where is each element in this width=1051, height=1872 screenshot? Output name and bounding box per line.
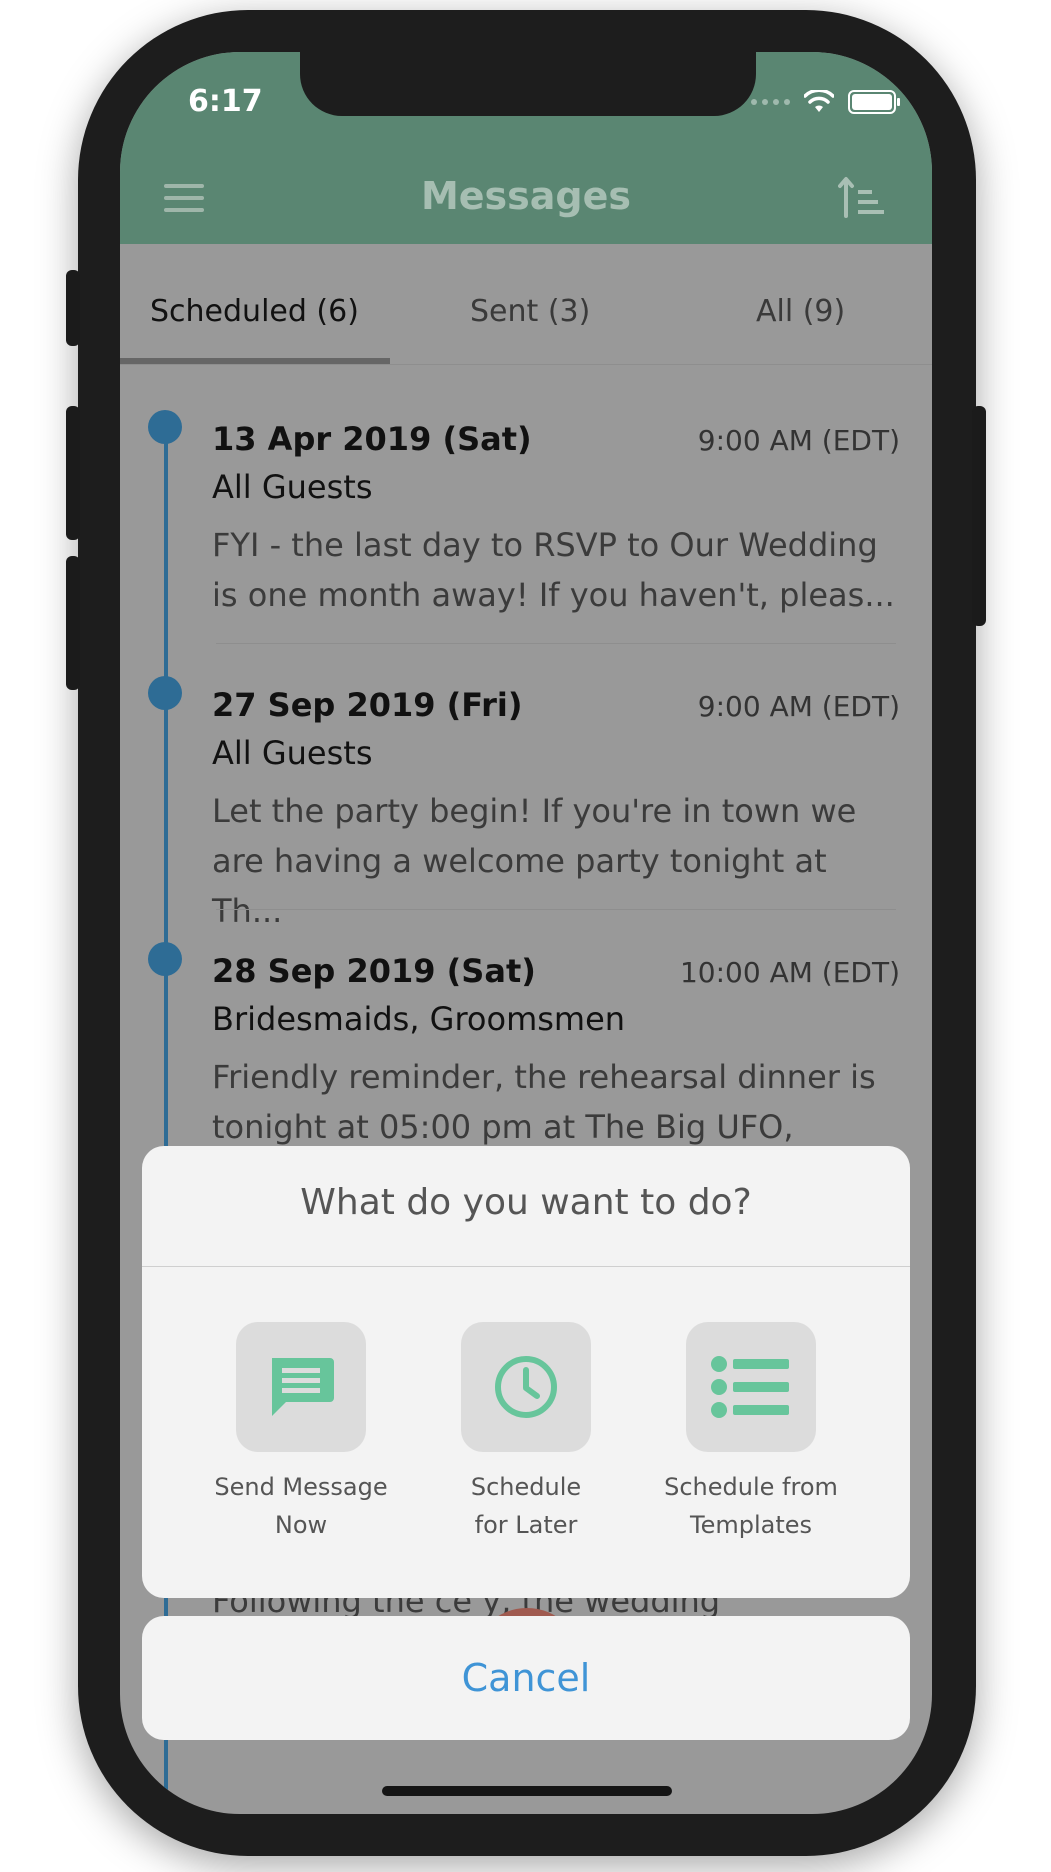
page-title: Messages	[420, 174, 632, 218]
clock-icon	[495, 1356, 557, 1418]
tab-bar: Scheduled (6) Sent (3) All (9)	[120, 244, 932, 362]
option-label: Schedule for Later	[421, 1468, 631, 1544]
tabs-divider	[120, 364, 932, 365]
message-recipients: Bridesmaids, Groomsmen	[212, 1000, 626, 1038]
screen: 6:17 Messages Scheduled (6) Sent (3) All…	[120, 52, 932, 1814]
message-preview-line: FYI - the last day to RSVP to Our Weddin…	[212, 526, 878, 564]
sort-icon[interactable]	[838, 176, 886, 218]
option-label: Send Message Now	[196, 1468, 406, 1544]
tab-sent[interactable]: Sent (3)	[470, 294, 590, 329]
message-preview-line: Let the party begin! If you're in town w…	[212, 792, 857, 830]
send-message-now-button[interactable]: Send Message Now	[196, 1322, 406, 1544]
message-time: 10:00 AM (EDT)	[679, 956, 900, 989]
message-preview-line: are having a welcome party tonight at Th…	[212, 842, 827, 930]
tab-scheduled[interactable]: Scheduled (6)	[150, 294, 359, 329]
message-preview-line: is one month away! If you haven't, pleas…	[212, 576, 895, 614]
message-preview-line: Friendly reminder, the rehearsal dinner …	[212, 1058, 876, 1096]
message-time: 9:00 AM (EDT)	[697, 690, 900, 723]
status-icons	[751, 90, 900, 114]
cancel-label: Cancel	[461, 1656, 591, 1700]
timeline-line	[164, 420, 168, 1814]
cancel-button[interactable]: Cancel	[142, 1616, 910, 1740]
message-recipients: All Guests	[212, 734, 373, 772]
action-sheet: What do you want to do? Send Message Now	[142, 1146, 910, 1598]
option-icon-tile	[236, 1322, 366, 1452]
message-recipients: All Guests	[212, 468, 373, 506]
option-icon-tile	[461, 1322, 591, 1452]
schedule-from-templates-button[interactable]: Schedule from Templates	[646, 1322, 856, 1544]
option-label-line: Schedule	[470, 1473, 582, 1501]
chat-icon	[272, 1358, 334, 1416]
option-label-line: Send Message	[214, 1473, 388, 1501]
home-indicator[interactable]	[382, 1786, 672, 1796]
message-preview: Let the party begin! If you're in town w…	[212, 786, 900, 936]
option-label: Schedule from Templates	[646, 1468, 856, 1544]
list-item[interactable]: 27 Sep 2019 (Fri) 9:00 AM (EDT) All Gues…	[212, 686, 900, 936]
timeline-dot	[148, 410, 182, 444]
option-icon-tile	[686, 1322, 816, 1452]
message-time: 9:00 AM (EDT)	[697, 424, 900, 457]
option-label-line: Now	[274, 1511, 328, 1539]
status-time: 6:17	[188, 84, 263, 119]
list-icon	[711, 1356, 789, 1418]
option-label-line: Templates	[689, 1511, 812, 1539]
action-sheet-title: What do you want to do?	[300, 1182, 752, 1223]
volume-down-button	[66, 556, 80, 690]
message-preview: FYI - the last day to RSVP to Our Weddin…	[212, 520, 900, 620]
timeline-dot	[148, 942, 182, 976]
mute-switch	[66, 270, 80, 346]
list-separator	[216, 909, 896, 910]
action-sheet-divider	[142, 1266, 910, 1267]
signal-icon	[751, 99, 790, 105]
tab-all[interactable]: All (9)	[756, 294, 845, 329]
volume-up-button	[66, 406, 80, 540]
battery-icon	[848, 90, 900, 114]
list-item[interactable]: 13 Apr 2019 (Sat) 9:00 AM (EDT) All Gues…	[212, 420, 900, 620]
list-separator	[216, 643, 896, 644]
wifi-icon	[804, 90, 834, 112]
option-label-line: for Later	[474, 1511, 578, 1539]
schedule-for-later-button[interactable]: Schedule for Later	[421, 1322, 631, 1544]
notch	[300, 52, 756, 116]
timeline-dot	[148, 676, 182, 710]
option-label-line: Schedule from	[664, 1473, 838, 1501]
power-button	[972, 406, 986, 626]
